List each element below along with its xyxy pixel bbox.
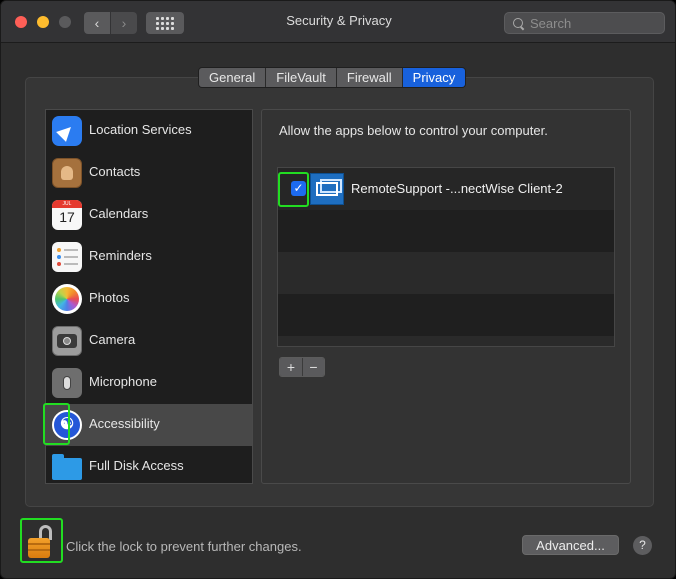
empty-row — [278, 210, 614, 252]
remove-app-button[interactable]: − — [302, 358, 324, 376]
calendar-icon: JUL 17 — [52, 200, 82, 230]
sidebar-item-label: Reminders — [89, 248, 152, 263]
empty-row — [278, 336, 614, 346]
sidebar-item-contacts[interactable]: Contacts — [46, 152, 252, 194]
app-list: ✓ RemoteSupport -...nectWise Client-2 — [277, 167, 615, 347]
help-button[interactable]: ? — [633, 536, 652, 555]
reminders-list-icon — [52, 242, 82, 272]
sidebar-item-label: Photos — [89, 290, 130, 305]
tab-privacy[interactable]: Privacy — [402, 68, 466, 87]
sidebar-item-photos[interactable]: Photos — [46, 278, 252, 320]
microphone-icon — [52, 368, 82, 398]
sidebar-item-reminders[interactable]: Reminders — [46, 236, 252, 278]
sidebar-item-camera[interactable]: Camera — [46, 320, 252, 362]
calendar-icon-day: 17 — [59, 209, 75, 225]
app-enabled-checkbox[interactable]: ✓ — [291, 181, 306, 196]
camera-icon — [52, 326, 82, 356]
open-lock-icon[interactable] — [28, 525, 54, 559]
security-privacy-window: ‹ › Security & Privacy General FileVault… — [0, 0, 676, 579]
empty-row — [278, 294, 614, 336]
sidebar-item-location-services[interactable]: Location Services — [46, 110, 252, 152]
accessibility-icon: ☯ — [52, 410, 82, 440]
search-input[interactable] — [530, 15, 660, 31]
search-icon — [513, 17, 524, 29]
pane-heading: Allow the apps below to control your com… — [279, 123, 548, 138]
location-arrow-icon — [52, 116, 82, 146]
lock-message: Click the lock to prevent further change… — [66, 539, 302, 554]
empty-row — [278, 252, 614, 294]
add-app-button[interactable]: + — [280, 358, 302, 376]
privacy-category-list: Location Services Contacts JUL 17 Calend… — [45, 109, 253, 484]
sidebar-item-calendars[interactable]: JUL 17 Calendars — [46, 194, 252, 236]
sidebar-item-microphone[interactable]: Microphone — [46, 362, 252, 404]
tab-filevault[interactable]: FileVault — [266, 68, 337, 87]
sidebar-item-label: Camera — [89, 332, 136, 347]
search-field[interactable] — [504, 12, 665, 34]
list-item[interactable]: ✓ RemoteSupport -...nectWise Client-2 — [278, 168, 614, 210]
tab-general[interactable]: General — [199, 68, 267, 87]
sidebar-item-label: Full Disk Access — [89, 458, 184, 473]
remote-support-app-icon — [310, 173, 344, 205]
sidebar-item-full-disk-access[interactable]: Full Disk Access — [46, 446, 252, 488]
tab-bar: General FileVault Firewall Privacy — [198, 67, 467, 88]
title-bar: ‹ › Security & Privacy — [1, 1, 675, 43]
sidebar-item-label: Microphone — [89, 374, 157, 389]
sidebar-item-label: Location Services — [89, 122, 192, 137]
photos-flower-icon — [52, 284, 82, 314]
tab-firewall[interactable]: Firewall — [336, 68, 403, 87]
add-remove-control: + − — [279, 357, 325, 377]
sidebar-item-label: Contacts — [89, 164, 141, 179]
sidebar-item-label: Calendars — [89, 206, 149, 221]
sidebar-item-label: Accessibility — [89, 416, 160, 431]
advanced-button[interactable]: Advanced... — [522, 535, 619, 555]
folder-icon — [52, 452, 82, 482]
calendar-icon-month: JUL — [52, 200, 82, 208]
sidebar-item-accessibility[interactable]: ☯ Accessibility — [46, 404, 252, 446]
contacts-book-icon — [52, 158, 82, 188]
app-name: RemoteSupport -...nectWise Client-2 — [351, 181, 563, 196]
